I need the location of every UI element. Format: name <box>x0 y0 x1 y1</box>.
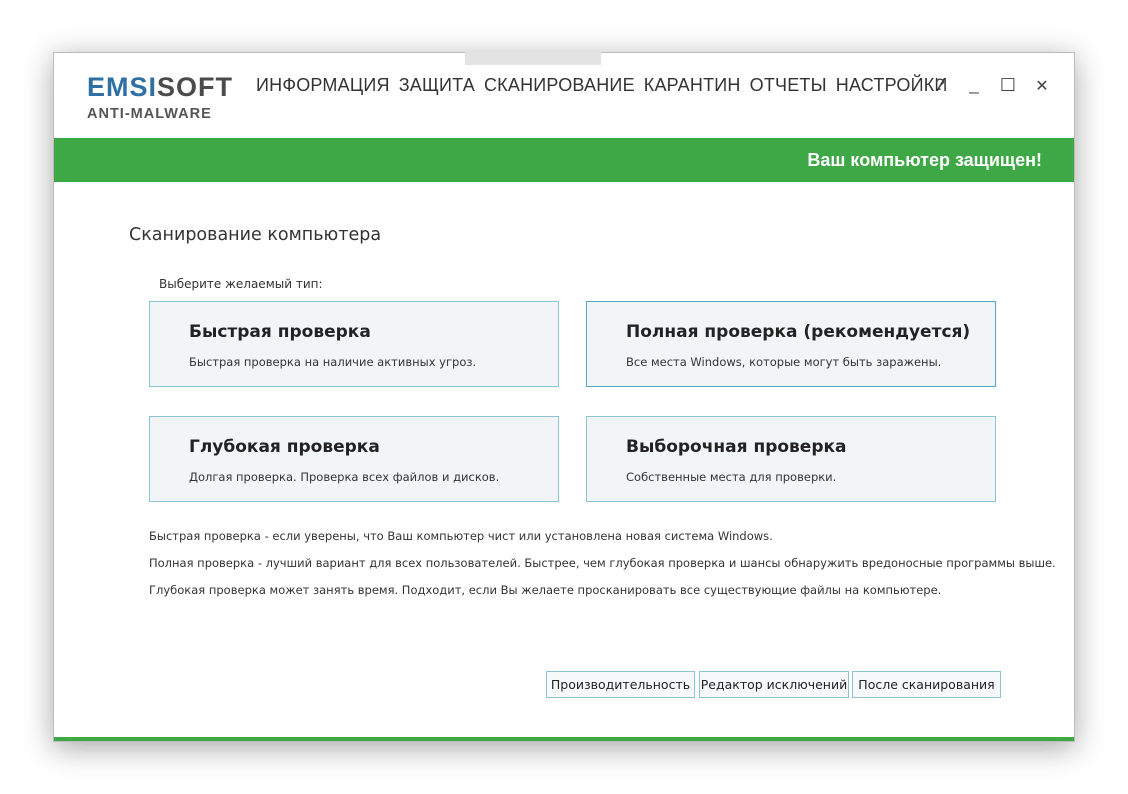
performance-button[interactable]: Производительность <box>546 671 695 698</box>
quick-scan-card[interactable]: Быстрая проверка Быстрая проверка на нал… <box>149 301 559 387</box>
card-description: Долгая проверка. Проверка всех файлов и … <box>189 470 500 484</box>
minimize-icon[interactable]: _ <box>964 75 984 95</box>
card-description: Все места Windows, которые могут быть за… <box>626 355 942 369</box>
app-window: EMSISOFT ANTI-MALWARE ИНФОРМАЦИЯ ЗАЩИТА … <box>53 52 1075 742</box>
card-title: Быстрая проверка <box>189 322 371 342</box>
logo-wordmark: EMSISOFT <box>87 72 232 102</box>
card-title: Выборочная проверка <box>626 437 847 457</box>
card-description: Быстрая проверка на наличие активных угр… <box>189 355 477 369</box>
maximize-icon[interactable]: ☐ <box>998 75 1018 96</box>
scan-type-label: Выберите желаемый тип: <box>159 277 323 291</box>
after-scan-button[interactable]: После сканирования <box>852 671 1001 698</box>
bottom-accent-bar <box>54 737 1074 741</box>
logo-part-soft: SOFT <box>157 72 234 102</box>
exclusions-editor-button[interactable]: Редактор исключений <box>699 671 849 698</box>
info-deep-scan: Глубокая проверка может занять время. По… <box>149 583 942 597</box>
help-icon[interactable]: ? <box>930 75 950 95</box>
info-full-scan: Полная проверка - лучший вариант для все… <box>149 556 1056 570</box>
status-bar: Ваш компьютер защищен! <box>54 138 1074 182</box>
info-quick-scan: Быстрая проверка - если уверены, что Ваш… <box>149 529 773 543</box>
nav-item-information[interactable]: ИНФОРМАЦИЯ <box>256 75 390 96</box>
main-nav: ИНФОРМАЦИЯ ЗАЩИТА СКАНИРОВАНИЕ КАРАНТИН … <box>256 75 948 96</box>
card-description: Собственные места для проверки. <box>626 470 837 484</box>
window-controls: ? _ ☐ ✕ <box>930 75 1052 96</box>
custom-scan-card[interactable]: Выборочная проверка Собственные места дл… <box>586 416 996 502</box>
logo-part-emsi: EMSI <box>87 72 158 102</box>
logo-subtitle: ANTI-MALWARE <box>87 106 212 122</box>
page-title: Сканирование компьютера <box>129 225 382 245</box>
active-tab-indicator <box>465 52 601 65</box>
app-logo: EMSISOFT ANTI-MALWARE <box>87 72 232 123</box>
card-title: Полная проверка (рекомендуется) <box>626 322 971 342</box>
nav-item-scanning[interactable]: СКАНИРОВАНИЕ <box>484 75 635 96</box>
deep-scan-card[interactable]: Глубокая проверка Долгая проверка. Прове… <box>149 416 559 502</box>
nav-item-protection[interactable]: ЗАЩИТА <box>399 75 475 96</box>
nav-item-reports[interactable]: ОТЧЕТЫ <box>750 75 827 96</box>
card-title: Глубокая проверка <box>189 437 380 457</box>
protection-status: Ваш компьютер защищен! <box>807 150 1042 170</box>
close-icon[interactable]: ✕ <box>1032 75 1052 95</box>
nav-item-quarantine[interactable]: КАРАНТИН <box>644 75 741 96</box>
full-scan-card[interactable]: Полная проверка (рекомендуется) Все мест… <box>586 301 996 387</box>
